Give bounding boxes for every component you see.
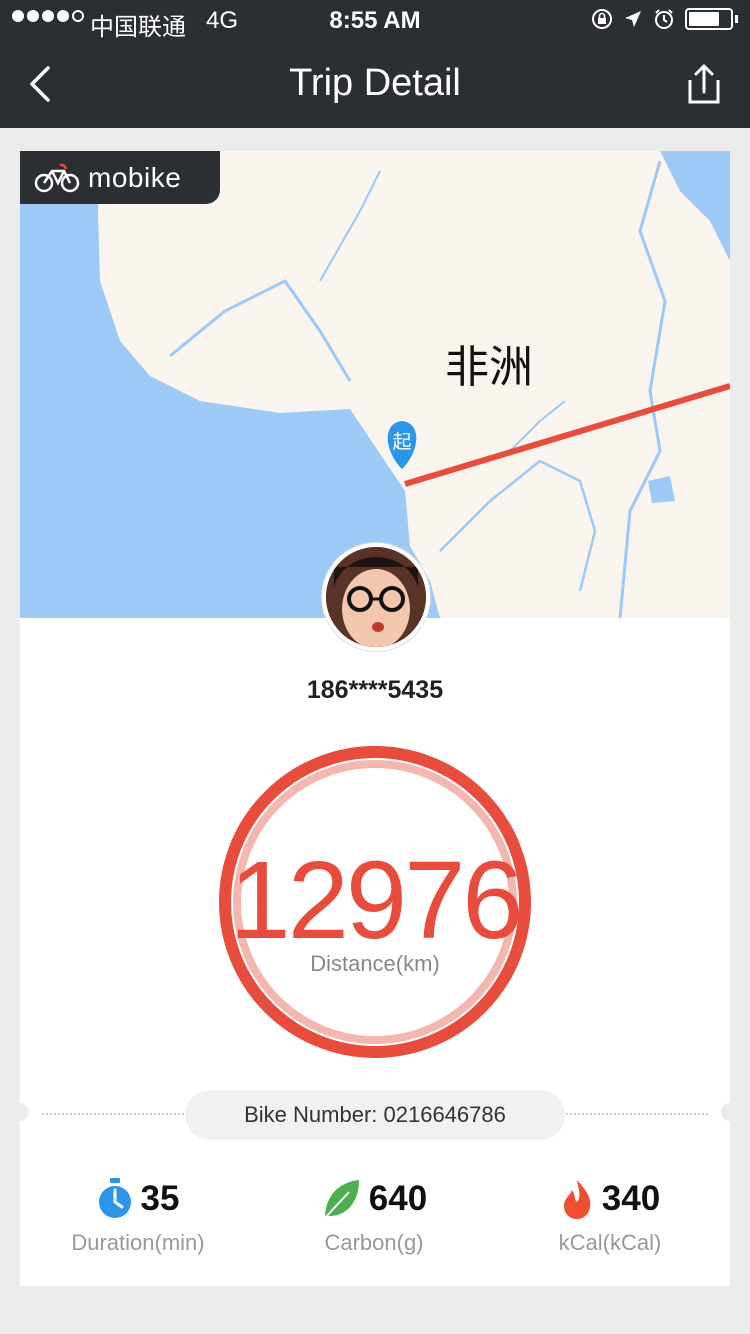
- top-bar: 中国联通 4G 8:55 AM Trip Detail: [0, 0, 750, 128]
- brand-name: mobike: [88, 161, 182, 193]
- stat-carbon: 640 Carbon(g): [256, 1176, 492, 1256]
- distance-value: 12976: [229, 839, 524, 962]
- trip-stats: 35 Duration(min) 640 Carbon(g) 340 kCal(…: [20, 1176, 730, 1256]
- carbon-value: 640: [368, 1179, 428, 1218]
- leaf-icon: [322, 1180, 359, 1220]
- stat-duration: 35 Duration(min): [20, 1176, 256, 1256]
- avatar-image: [326, 547, 426, 647]
- flame-icon: [563, 1180, 591, 1219]
- kcal-label: kCal(kCal): [558, 1230, 662, 1255]
- duration-label: Duration(min): [71, 1230, 205, 1255]
- distance-label: Distance(km): [310, 951, 440, 976]
- orientation-lock-icon: [592, 9, 612, 29]
- share-icon[interactable]: [684, 62, 724, 106]
- bike-number-badge: Bike Number: 0216646786: [185, 1090, 565, 1140]
- page-title: Trip Detail: [289, 62, 461, 104]
- card-notch-right: [721, 1103, 739, 1121]
- bike-logo-icon: [34, 163, 80, 192]
- duration-value: 35: [140, 1179, 180, 1218]
- battery-icon: [685, 8, 733, 30]
- carbon-label: Carbon(g): [324, 1230, 424, 1255]
- user-avatar[interactable]: [322, 543, 430, 651]
- alarm-icon: [655, 9, 673, 29]
- trip-card: mobike 非洲 起 186****5435 12976 Distance(k…: [11, 151, 739, 1286]
- mobike-logo: mobike: [20, 151, 220, 204]
- stat-kcal: 340 kCal(kCal): [492, 1176, 728, 1256]
- map-region-label: 非洲: [445, 343, 533, 392]
- status-bar: 中国联通 4G 8:55 AM: [0, 0, 750, 41]
- status-icons: [591, 8, 738, 30]
- location-arrow-icon: [625, 11, 641, 27]
- kcal-value: 340: [601, 1179, 661, 1218]
- card-notch-left: [11, 1103, 29, 1121]
- stopwatch-icon: [98, 1178, 131, 1218]
- start-marker[interactable]: 起: [389, 427, 415, 454]
- user-phone: 186****5435: [306, 676, 444, 704]
